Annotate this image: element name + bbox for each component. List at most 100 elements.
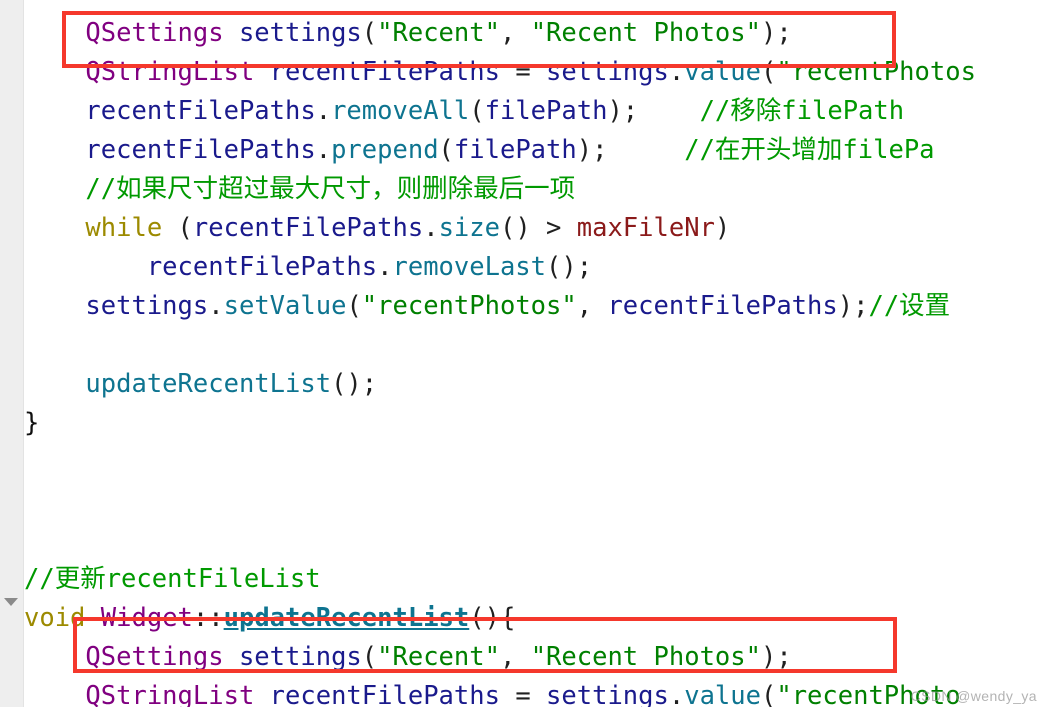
code-token: :: [192, 603, 224, 633]
code-token: . [668, 57, 685, 87]
code-token: } [24, 408, 40, 438]
code-token: . [377, 252, 393, 282]
code-token: ); [760, 642, 792, 672]
code-line[interactable]: //如果尺寸超过最大尺寸，则删除最后一项 [24, 170, 575, 209]
code-token: ( [438, 135, 454, 165]
code-token: //如果尺寸超过最大尺寸，则删除最后一项 [85, 174, 576, 204]
code-token: "Recent" [377, 18, 500, 48]
code-token: removeLast [392, 252, 547, 282]
code-token: settings [85, 291, 209, 321]
code-line[interactable] [24, 521, 39, 560]
code-token: (); [331, 369, 378, 399]
code-line[interactable]: void Widget::updateRecentList(){ [24, 599, 515, 638]
code-token: QStringList [85, 57, 255, 87]
code-token: ( [346, 291, 362, 321]
code-token: ( [760, 681, 777, 707]
editor-gutter[interactable] [0, 0, 24, 707]
code-line[interactable]: QStringList recentFilePaths = settings.v… [24, 677, 960, 707]
code-token: "recentPhotos" [361, 291, 577, 321]
code-token: ); [607, 96, 639, 126]
code-token: "Recent Photos" [530, 642, 761, 672]
code-token: while [85, 213, 163, 243]
code-token: . [315, 96, 332, 126]
code-token: . [315, 135, 332, 165]
code-token: "recentPhotos [776, 57, 976, 87]
code-fold-triangle-icon[interactable] [4, 598, 18, 606]
code-token: . [208, 291, 224, 321]
code-token: ( [760, 57, 777, 87]
code-token: maxFileNr [576, 213, 715, 243]
code-token: ) [714, 213, 731, 243]
code-line[interactable]: while (recentFilePaths.size() > maxFileN… [24, 209, 730, 248]
code-token: removeAll [331, 96, 470, 126]
code-line[interactable] [24, 482, 39, 521]
code-token: filePath [484, 96, 608, 126]
code-token: QSettings [85, 18, 224, 48]
code-token: //设置 [868, 291, 951, 321]
code-token: () > [499, 213, 577, 243]
code-token: updateRecentList [85, 369, 332, 399]
code-line[interactable] [24, 443, 39, 482]
code-token: ); [576, 135, 608, 165]
code-line[interactable]: recentFilePaths.removeAll(filePath); //移… [24, 92, 904, 131]
code-token: recentFilePaths [85, 96, 316, 126]
code-line[interactable]: QSettings settings("Recent", "Recent Pho… [24, 14, 792, 53]
code-line[interactable]: } [24, 404, 39, 443]
code-token: , [499, 18, 531, 48]
code-token: "Recent" [377, 642, 500, 672]
code-token: settings [546, 57, 669, 87]
code-token: //更新recentFileList [24, 564, 321, 594]
code-token: ( [361, 18, 378, 48]
code-token: //在开头增加filePa [684, 135, 935, 165]
code-token: ); [760, 18, 792, 48]
code-token: QSettings [85, 642, 224, 672]
code-line[interactable]: recentFilePaths.removeLast(); [24, 248, 592, 287]
code-token: Widget [100, 603, 193, 633]
code-line[interactable]: //更新recentFileList [24, 560, 321, 599]
code-line[interactable]: QSettings settings("Recent", "Recent Pho… [24, 638, 792, 677]
code-token: recentFilePaths [85, 135, 316, 165]
code-token: QStringList [85, 681, 255, 707]
code-token: recentFilePaths [192, 213, 424, 243]
code-line[interactable] [24, 326, 39, 365]
code-token: "Recent Photos" [530, 18, 761, 48]
code-line[interactable]: settings.setValue("recentPhotos", recent… [24, 287, 950, 326]
code-token: recentFilePaths [269, 57, 500, 87]
code-editor: QSettings settings("Recent", "Recent Pho… [0, 0, 1045, 707]
code-token: (){ [469, 603, 516, 633]
watermark-label: CSDN @wendy_ya [910, 688, 1037, 704]
code-token: updateRecentList [223, 603, 470, 633]
code-line[interactable]: updateRecentList(); [24, 365, 377, 404]
code-line[interactable]: recentFilePaths.prepend(filePath); //在开头… [24, 131, 935, 170]
code-token: prepend [331, 135, 439, 165]
code-token: settings [238, 18, 362, 48]
code-content[interactable]: QSettings settings("Recent", "Recent Pho… [24, 0, 1045, 707]
code-token: settings [238, 642, 362, 672]
code-token: filePath [453, 135, 577, 165]
code-token: ); [837, 291, 869, 321]
code-token: . [668, 681, 685, 707]
code-token: size [438, 213, 500, 243]
code-token: setValue [223, 291, 347, 321]
code-token: , [576, 291, 608, 321]
code-token: . [423, 213, 439, 243]
code-line[interactable]: QStringList recentFilePaths = settings.v… [24, 53, 976, 92]
code-token: ( [361, 642, 378, 672]
code-token: recentFilePaths [607, 291, 838, 321]
code-token: //移除filePath [699, 96, 905, 126]
code-token: value [684, 681, 761, 707]
